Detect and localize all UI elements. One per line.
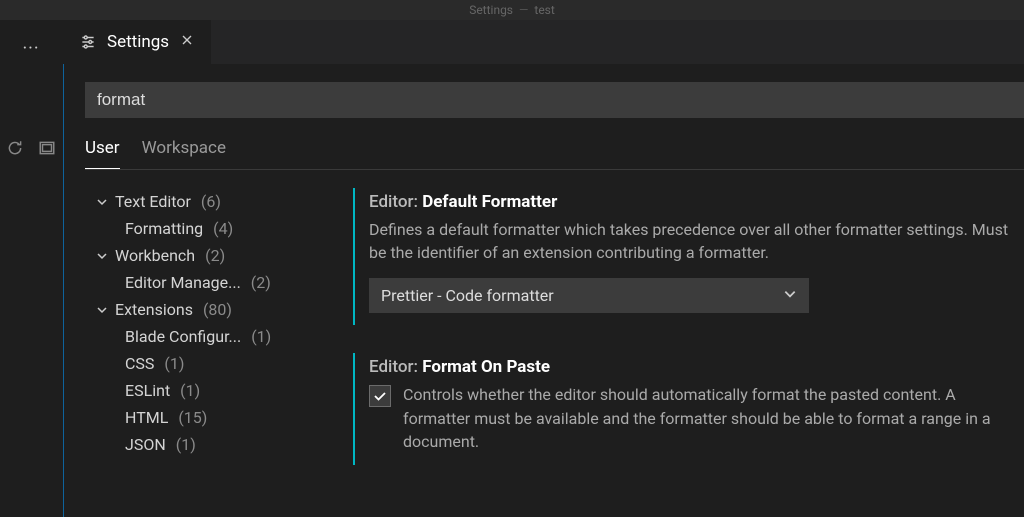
format-on-paste-checkbox[interactable] bbox=[369, 385, 391, 407]
chevron-down-icon bbox=[783, 286, 797, 305]
toc-html[interactable]: HTML (15) bbox=[85, 404, 335, 431]
editor-area: Settings User Workspace Text Editor (6) bbox=[62, 20, 1024, 517]
setting-title: Editor: Default Formatter bbox=[369, 192, 1024, 212]
toc-css[interactable]: CSS (1) bbox=[85, 350, 335, 377]
close-icon[interactable] bbox=[179, 32, 195, 52]
chevron-down-icon bbox=[95, 304, 109, 316]
tab-settings[interactable]: Settings bbox=[63, 20, 211, 64]
toc-blade[interactable]: Blade Configur... (1) bbox=[85, 323, 335, 350]
toc-editor-management[interactable]: Editor Manage... (2) bbox=[85, 269, 335, 296]
setting-description: Defines a default formatter which takes … bbox=[369, 218, 1024, 264]
overflow-menu-icon[interactable]: ··· bbox=[22, 38, 39, 59]
editor-tabs: Settings bbox=[63, 20, 1024, 64]
window-titlebar: Settings — test bbox=[0, 0, 1024, 20]
settings-tab-icon bbox=[79, 33, 97, 51]
default-formatter-select[interactable]: Prettier - Code formatter bbox=[369, 278, 809, 313]
setting-title: Editor: Format On Paste bbox=[369, 357, 1024, 377]
title-right: test bbox=[534, 3, 554, 17]
chevron-down-icon bbox=[95, 250, 109, 262]
setting-format-on-paste: Editor: Format On Paste Controls whether… bbox=[353, 353, 1024, 465]
toc-extensions[interactable]: Extensions (80) bbox=[85, 296, 335, 323]
settings-toc: Text Editor (6) Formatting (4) Workbench… bbox=[85, 188, 335, 493]
scope-workspace[interactable]: Workspace bbox=[142, 138, 226, 169]
tab-label: Settings bbox=[107, 32, 169, 52]
activity-gutter: ··· bbox=[0, 20, 62, 517]
scope-user[interactable]: User bbox=[85, 138, 120, 169]
title-left: Settings bbox=[469, 3, 513, 17]
settings-search-input[interactable] bbox=[85, 82, 1024, 118]
toc-text-editor[interactable]: Text Editor (6) bbox=[85, 188, 335, 215]
setting-description: Controls whether the editor should autom… bbox=[403, 383, 1024, 453]
select-value: Prettier - Code formatter bbox=[381, 286, 554, 305]
scope-tabs: User Workspace bbox=[85, 138, 1024, 170]
layout-icon[interactable] bbox=[38, 139, 56, 161]
toc-formatting[interactable]: Formatting (4) bbox=[85, 215, 335, 242]
toc-json[interactable]: JSON (1) bbox=[85, 431, 335, 458]
chevron-down-icon bbox=[95, 196, 109, 208]
refresh-icon[interactable] bbox=[6, 139, 24, 161]
settings-list: Editor: Default Formatter Defines a defa… bbox=[353, 188, 1024, 493]
toc-eslint[interactable]: ESLint (1) bbox=[85, 377, 335, 404]
settings-content: User Workspace Text Editor (6) Formattin… bbox=[63, 64, 1024, 517]
setting-default-formatter: Editor: Default Formatter Defines a defa… bbox=[353, 188, 1024, 325]
toc-workbench[interactable]: Workbench (2) bbox=[85, 242, 335, 269]
